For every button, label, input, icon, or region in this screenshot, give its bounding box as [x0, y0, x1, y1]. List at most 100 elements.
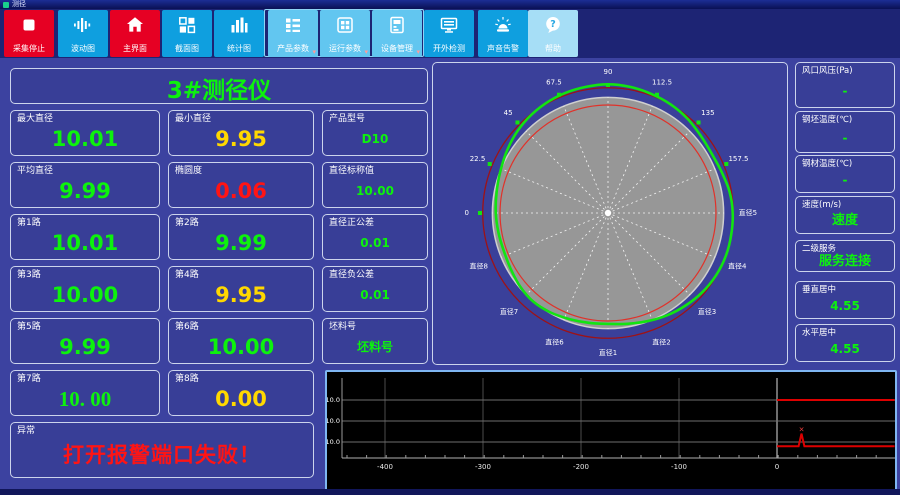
- metric-box: 第5路 9.99: [10, 318, 160, 364]
- svg-text:直径8: 直径8: [469, 262, 487, 271]
- metric-box: 最小直径 9.95: [168, 110, 314, 156]
- dropdown-arrow-icon[interactable]: ▾: [416, 49, 420, 56]
- field-value: -: [842, 173, 848, 187]
- metric-box: 第2路 9.99: [168, 214, 314, 260]
- toolbar-button-section-chart[interactable]: 截面图: [162, 10, 212, 57]
- sidebar-field-box: 风口风压(Pa) -: [795, 62, 895, 108]
- toolbar-button-label: 统计图: [227, 44, 251, 53]
- svg-text:直径2: 直径2: [652, 337, 670, 346]
- field-value: 速度: [831, 213, 858, 228]
- svg-text:-200: -200: [573, 463, 589, 471]
- svg-text:-300: -300: [475, 463, 491, 471]
- svg-text:0: 0: [465, 209, 469, 217]
- trend-chart: 10.0 10.0 10.0 -400 -300 -200 -100 0 ×: [326, 378, 895, 471]
- metric-box: 第8路 0.00: [168, 370, 314, 416]
- svg-text:直径6: 直径6: [545, 337, 564, 346]
- svg-text:直径7: 直径7: [500, 307, 518, 316]
- metric-box: 直径标称值 10.00: [322, 162, 428, 208]
- metric-box: 第7路 10. 00: [10, 370, 160, 416]
- svg-text:45: 45: [504, 109, 513, 117]
- field-value: 10.01: [51, 231, 119, 255]
- svg-text:10.0: 10.0: [327, 417, 340, 425]
- field-value: 10.00: [207, 335, 275, 359]
- svg-text:直径4: 直径4: [728, 262, 747, 271]
- window-title: 测径: [12, 0, 26, 8]
- toolbar-button-wave-chart[interactable]: 波动图: [58, 10, 108, 57]
- field-value: 服务连接: [818, 254, 871, 269]
- field-value: 0.01: [360, 236, 390, 250]
- toolbar-button-product-params[interactable]: 产品参数 ▾: [268, 10, 318, 57]
- field-value: 0.06: [215, 179, 267, 203]
- run-params-icon: [337, 17, 353, 33]
- field-value: 9.99: [59, 179, 111, 203]
- toolbar-button-external-detect[interactable]: 开外检测: [424, 10, 474, 57]
- sidebar-field-box: 二级服务 服务连接: [795, 240, 895, 272]
- metric-box: 第1路 10.01: [10, 214, 160, 260]
- svg-text:67.5: 67.5: [546, 79, 562, 87]
- toolbar-button-stop-capture[interactable]: 采集停止: [4, 10, 54, 57]
- metric-box: 平均直径 9.99: [10, 162, 160, 208]
- metric-box: 第6路 10.00: [168, 318, 314, 364]
- toolbar-button-label: 运行参数: [329, 44, 361, 53]
- svg-text:-100: -100: [671, 463, 687, 471]
- metric-box: 产品型号 D10: [322, 110, 428, 156]
- svg-text:×: ×: [799, 426, 805, 434]
- toolbar-button-label: 帮助: [545, 44, 561, 53]
- svg-text:-400: -400: [377, 463, 393, 471]
- toolbar-button-label: 声音告警: [487, 44, 519, 53]
- station-title: 3#测径仪: [166, 78, 272, 104]
- monitor-icon: [440, 17, 458, 33]
- product-params-icon: [286, 18, 300, 32]
- svg-text:22.5: 22.5: [470, 155, 486, 163]
- sidebar-field-box: 钢材温度(℃) -: [795, 155, 895, 193]
- field-value: 9.99: [59, 335, 111, 359]
- toolbar-button-label: 产品参数: [277, 44, 309, 53]
- metric-box: 最大直径 10.01: [10, 110, 160, 156]
- field-value: 9.95: [215, 283, 267, 307]
- field-value: -: [842, 84, 848, 98]
- toolbar-button-run-params[interactable]: 运行参数 ▾: [320, 10, 370, 57]
- toolbar-button-label: 开外检测: [433, 44, 465, 53]
- svg-text:157.5: 157.5: [728, 155, 748, 163]
- field-value: 4.55: [830, 299, 860, 313]
- field-value: 10.01: [51, 127, 119, 151]
- field-value: 0.00: [215, 387, 267, 411]
- siren-icon: [495, 17, 511, 32]
- trend-chart-panel: 10.0 10.0 10.0 -400 -300 -200 -100 0 ×: [325, 370, 897, 491]
- field-value: -: [842, 131, 848, 145]
- sidebar-field-box: 水平居中 4.55: [795, 324, 895, 362]
- toolbar-button-stats-chart[interactable]: 统计图: [214, 10, 264, 57]
- dropdown-arrow-icon[interactable]: ▾: [312, 49, 316, 56]
- svg-text:直径5: 直径5: [739, 208, 757, 217]
- cross-section-panel: 0 22.5 45 67.5 90 112.5 135 157.5 直径5 直径4 直径3 直径2 直径…: [432, 62, 788, 365]
- station-title-box: 3#测径仪: [10, 68, 428, 104]
- toolbar-button-sound-alarm[interactable]: 声音告警: [478, 10, 528, 57]
- window-bottom-strip: [0, 489, 900, 495]
- field-value: 4.55: [830, 342, 860, 356]
- toolbar-button-device-manage[interactable]: 设备管理 ▾: [372, 10, 422, 57]
- field-value: 坯料号: [356, 340, 393, 354]
- field-value: 0.01: [360, 288, 390, 302]
- toolbar-button-label: 截面图: [175, 44, 199, 53]
- svg-text:10.0: 10.0: [327, 438, 340, 446]
- sidebar-field-box: 垂直居中 4.55: [795, 281, 895, 319]
- sidebar-field-box: 速度(m/s) 速度: [795, 196, 895, 234]
- svg-text:0: 0: [775, 463, 779, 471]
- exception-message: 打开报警端口失败！: [63, 443, 261, 467]
- toolbar-button-label: 波动图: [71, 44, 95, 53]
- svg-text:直径1: 直径1: [599, 348, 617, 357]
- stop-icon: [23, 19, 35, 31]
- field-value: 10. 00: [58, 387, 112, 411]
- dropdown-arrow-icon[interactable]: ▾: [364, 49, 368, 56]
- svg-text:135: 135: [701, 109, 714, 117]
- field-value: 9.95: [215, 127, 267, 151]
- device-manage-icon: [390, 16, 404, 34]
- sections-icon: [179, 17, 196, 34]
- toolbar-button-main-screen[interactable]: 主界面: [110, 10, 160, 57]
- field-value: 10.00: [356, 184, 394, 198]
- svg-text:?: ?: [550, 19, 556, 30]
- toolbar-button-label: 主界面: [123, 44, 147, 53]
- toolbar-button-help[interactable]: ? 帮助: [528, 10, 578, 57]
- home-icon: [127, 17, 143, 32]
- metric-box: 直径负公差 0.01: [322, 266, 428, 312]
